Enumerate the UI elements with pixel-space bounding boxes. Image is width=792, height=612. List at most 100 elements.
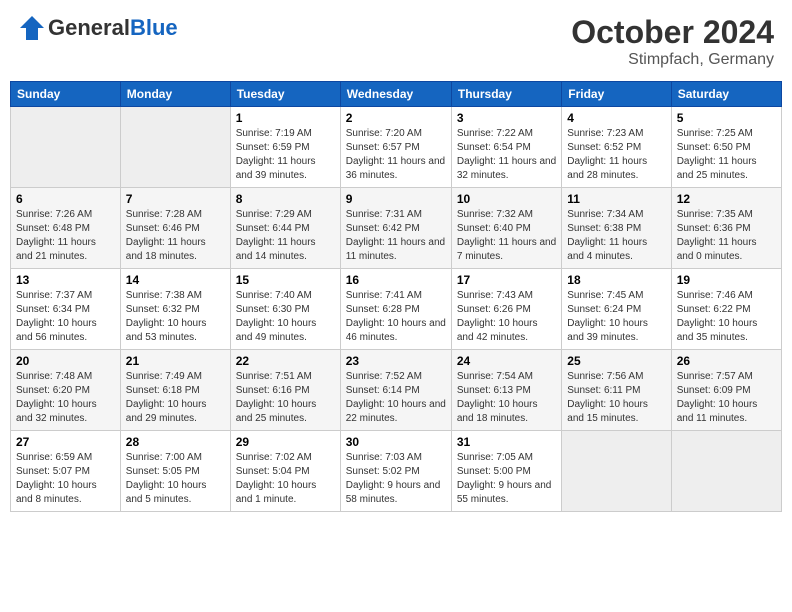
calendar-day-cell: 5 Sunrise: 7:25 AMSunset: 6:50 PMDaylight… [671,107,781,188]
day-info: Sunrise: 7:46 AMSunset: 6:22 PMDaylight:… [677,289,776,345]
calendar-day-cell: 11 Sunrise: 7:34 AMSunset: 6:38 PMDayligh… [562,188,671,269]
day-info: Sunrise: 7:48 AMSunset: 6:20 PMDaylight:… [16,370,115,426]
day-number: 13 [16,273,115,287]
calendar-day-cell: 7 Sunrise: 7:28 AMSunset: 6:46 PMDaylight… [120,188,230,269]
calendar-day-header: Friday [562,82,671,107]
day-number: 17 [457,273,556,287]
day-number: 29 [236,435,335,449]
day-number: 15 [236,273,335,287]
day-info: Sunrise: 7:05 AMSunset: 5:00 PMDaylight:… [457,451,556,507]
calendar-day-cell [562,431,671,512]
day-number: 11 [567,192,665,206]
day-number: 16 [346,273,446,287]
day-info: Sunrise: 7:25 AMSunset: 6:50 PMDaylight:… [677,127,776,183]
day-number: 18 [567,273,665,287]
day-number: 9 [346,192,446,206]
calendar-day-cell: 2 Sunrise: 7:20 AMSunset: 6:57 PMDaylight… [340,107,451,188]
day-info: Sunrise: 7:37 AMSunset: 6:34 PMDaylight:… [16,289,115,345]
calendar-day-cell: 22 Sunrise: 7:51 AMSunset: 6:16 PMDayligh… [230,350,340,431]
day-info: Sunrise: 7:02 AMSunset: 5:04 PMDaylight:… [236,451,335,507]
calendar-body: 1Sunrise: 7:19 AMSunset: 6:59 PMDaylight… [11,107,782,512]
day-number: 3 [457,111,556,125]
calendar-day-cell: 9 Sunrise: 7:31 AMSunset: 6:42 PMDaylight… [340,188,451,269]
calendar-day-cell: 30 Sunrise: 7:03 AMSunset: 5:02 PMDayligh… [340,431,451,512]
day-info: Sunrise: 7:45 AMSunset: 6:24 PMDaylight:… [567,289,665,345]
calendar-week-row: 20 Sunrise: 7:48 AMSunset: 6:20 PMDayligh… [11,350,782,431]
month-title: October 2024 [571,14,774,51]
day-info: Sunrise: 7:41 AMSunset: 6:28 PMDaylight:… [346,289,446,345]
day-info: Sunrise: 7:51 AMSunset: 6:16 PMDaylight:… [236,370,335,426]
calendar-day-cell: 19Sunrise: 7:46 AMSunset: 6:22 PMDayligh… [671,269,781,350]
day-number: 25 [567,354,665,368]
calendar-day-cell: 24 Sunrise: 7:54 AMSunset: 6:13 PMDayligh… [451,350,561,431]
day-number: 23 [346,354,446,368]
day-info: Sunrise: 7:32 AMSunset: 6:40 PMDaylight:… [457,208,556,264]
day-info: Sunrise: 7:28 AMSunset: 6:46 PMDaylight:… [126,208,225,264]
day-number: 21 [126,354,225,368]
calendar-week-row: 13 Sunrise: 7:37 AMSunset: 6:34 PMDayligh… [11,269,782,350]
day-number: 27 [16,435,115,449]
calendar-day-cell: 13 Sunrise: 7:37 AMSunset: 6:34 PMDayligh… [11,269,121,350]
day-number: 6 [16,192,115,206]
day-number: 5 [677,111,776,125]
calendar-day-cell: 4 Sunrise: 7:23 AMSunset: 6:52 PMDaylight… [562,107,671,188]
day-number: 30 [346,435,446,449]
day-info: Sunrise: 7:54 AMSunset: 6:13 PMDaylight:… [457,370,556,426]
logo-icon [18,14,46,42]
calendar-week-row: 6 Sunrise: 7:26 AMSunset: 6:48 PMDaylight… [11,188,782,269]
logo-general: General [48,15,130,40]
day-info: Sunrise: 7:34 AMSunset: 6:38 PMDaylight:… [567,208,665,264]
day-info: Sunrise: 7:26 AMSunset: 6:48 PMDaylight:… [16,208,115,264]
day-number: 1 [236,111,335,125]
calendar-day-cell: 31Sunrise: 7:05 AMSunset: 5:00 PMDayligh… [451,431,561,512]
day-number: 7 [126,192,225,206]
day-number: 2 [346,111,446,125]
calendar-day-header: Thursday [451,82,561,107]
day-info: Sunrise: 7:03 AMSunset: 5:02 PMDaylight:… [346,451,446,507]
logo-blue: Blue [130,15,178,40]
day-info: Sunrise: 7:00 AMSunset: 5:05 PMDaylight:… [126,451,225,507]
calendar-day-cell: 21Sunrise: 7:49 AMSunset: 6:18 PMDayligh… [120,350,230,431]
day-info: Sunrise: 6:59 AMSunset: 5:07 PMDaylight:… [16,451,115,507]
day-number: 26 [677,354,776,368]
day-number: 14 [126,273,225,287]
title-block: October 2024 Stimpfach, Germany [571,14,774,69]
calendar-day-cell [120,107,230,188]
calendar-day-cell: 20 Sunrise: 7:48 AMSunset: 6:20 PMDayligh… [11,350,121,431]
day-info: Sunrise: 7:23 AMSunset: 6:52 PMDaylight:… [567,127,665,183]
calendar-week-row: 27 Sunrise: 6:59 AMSunset: 5:07 PMDayligh… [11,431,782,512]
calendar-day-header: Monday [120,82,230,107]
calendar-day-cell: 15Sunrise: 7:40 AMSunset: 6:30 PMDayligh… [230,269,340,350]
page-header: GeneralBlue October 2024 Stimpfach, Germ… [10,10,782,73]
calendar-day-cell: 29 Sunrise: 7:02 AMSunset: 5:04 PMDayligh… [230,431,340,512]
calendar-day-cell: 25Sunrise: 7:56 AMSunset: 6:11 PMDayligh… [562,350,671,431]
calendar-day-cell [11,107,121,188]
day-info: Sunrise: 7:35 AMSunset: 6:36 PMDaylight:… [677,208,776,264]
day-info: Sunrise: 7:22 AMSunset: 6:54 PMDaylight:… [457,127,556,183]
day-number: 22 [236,354,335,368]
calendar-day-cell: 10Sunrise: 7:32 AMSunset: 6:40 PMDayligh… [451,188,561,269]
calendar-day-header: Saturday [671,82,781,107]
day-number: 24 [457,354,556,368]
logo: GeneralBlue [18,14,178,42]
calendar-day-cell: 28Sunrise: 7:00 AMSunset: 5:05 PMDayligh… [120,431,230,512]
calendar-day-cell: 18 Sunrise: 7:45 AMSunset: 6:24 PMDayligh… [562,269,671,350]
day-number: 4 [567,111,665,125]
calendar-day-cell: 12Sunrise: 7:35 AMSunset: 6:36 PMDayligh… [671,188,781,269]
day-info: Sunrise: 7:20 AMSunset: 6:57 PMDaylight:… [346,127,446,183]
day-number: 20 [16,354,115,368]
day-number: 8 [236,192,335,206]
day-info: Sunrise: 7:38 AMSunset: 6:32 PMDaylight:… [126,289,225,345]
calendar-day-header: Wednesday [340,82,451,107]
calendar-day-cell: 8Sunrise: 7:29 AMSunset: 6:44 PMDaylight… [230,188,340,269]
day-info: Sunrise: 7:57 AMSunset: 6:09 PMDaylight:… [677,370,776,426]
calendar-day-cell: 3 Sunrise: 7:22 AMSunset: 6:54 PMDaylight… [451,107,561,188]
day-info: Sunrise: 7:31 AMSunset: 6:42 PMDaylight:… [346,208,446,264]
logo-text: GeneralBlue [48,17,178,39]
calendar-header-row: SundayMondayTuesdayWednesdayThursdayFrid… [11,82,782,107]
calendar-day-cell: 23Sunrise: 7:52 AMSunset: 6:14 PMDayligh… [340,350,451,431]
location: Stimpfach, Germany [571,51,774,69]
calendar-day-cell: 17Sunrise: 7:43 AMSunset: 6:26 PMDayligh… [451,269,561,350]
calendar-day-cell: 27 Sunrise: 6:59 AMSunset: 5:07 PMDayligh… [11,431,121,512]
calendar-day-cell: 1Sunrise: 7:19 AMSunset: 6:59 PMDaylight… [230,107,340,188]
